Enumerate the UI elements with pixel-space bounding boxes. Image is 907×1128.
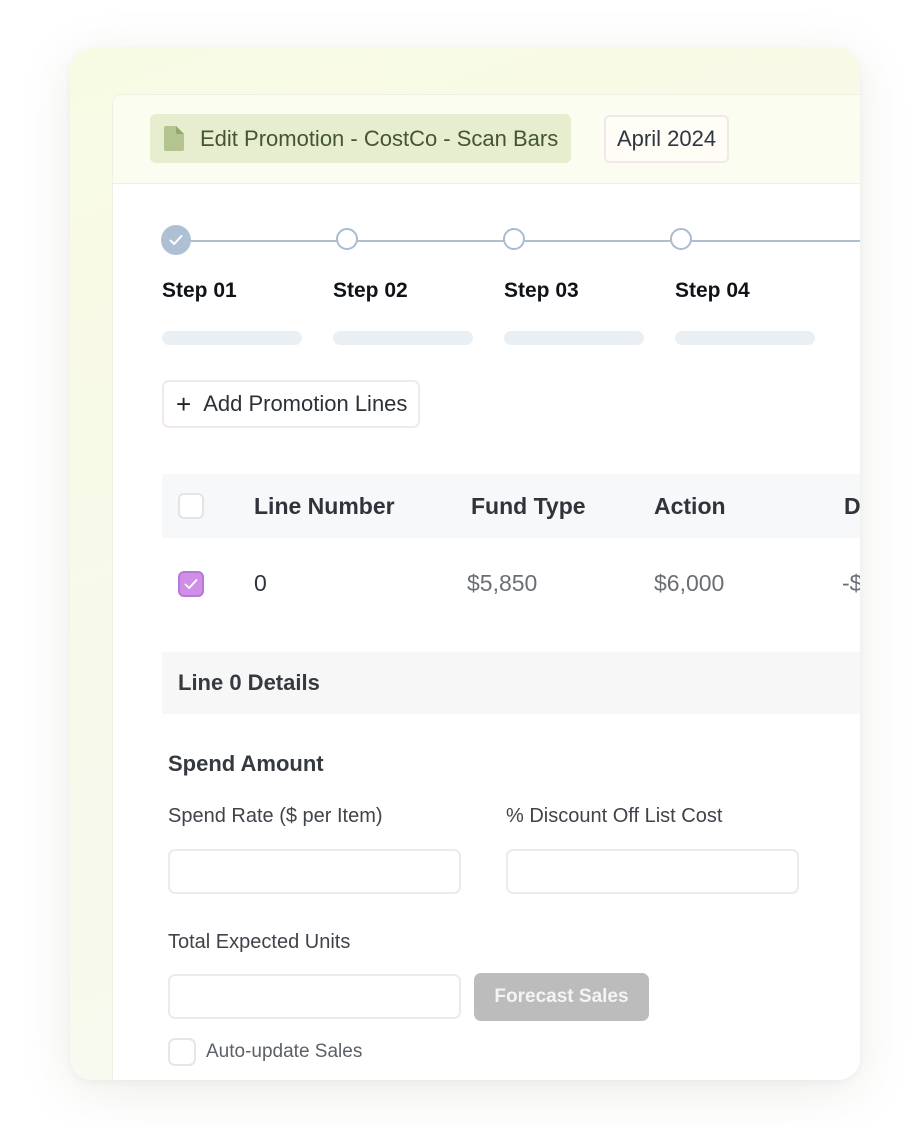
auto-update-sales-checkbox[interactable] — [168, 1038, 196, 1066]
document-icon — [164, 126, 184, 151]
page-title: Edit Promotion - CostCo - Scan Bars — [200, 125, 559, 151]
cell-action: $6,000 — [654, 570, 725, 596]
column-header-action[interactable]: Action — [654, 493, 726, 520]
step-03-progress-placeholder — [504, 331, 644, 345]
lines-table-header: Line Number Fund Type Action D — [162, 474, 860, 538]
spend-rate-input[interactable] — [168, 849, 461, 894]
spend-amount-heading: Spend Amount — [168, 751, 324, 776]
total-expected-units-input[interactable] — [168, 974, 461, 1019]
total-expected-units-label: Total Expected Units — [168, 931, 351, 953]
discount-input[interactable] — [506, 849, 799, 894]
cell-fund-type: $5,850 — [467, 570, 538, 596]
line-details-title: Line 0 Details — [178, 670, 320, 695]
cell-truncated: -$ — [842, 570, 860, 596]
line-details-header[interactable]: Line 0 Details — [162, 652, 860, 714]
column-header-line-number[interactable]: Line Number — [254, 493, 395, 520]
check-icon — [169, 235, 183, 245]
step-04-indicator[interactable] — [670, 228, 692, 250]
step-01-progress-placeholder — [162, 331, 302, 345]
step-03-label: Step 03 — [504, 279, 579, 302]
step-02-progress-placeholder — [333, 331, 473, 345]
forecast-sales-button[interactable]: Forecast Sales — [474, 973, 649, 1021]
step-01-label: Step 01 — [162, 279, 237, 302]
auto-update-sales-label[interactable]: Auto-update Sales — [206, 1041, 362, 1063]
column-header-truncated[interactable]: D — [844, 493, 860, 520]
period-badge[interactable]: April 2024 — [604, 115, 730, 163]
row-checkbox[interactable] — [178, 571, 204, 597]
cell-line-number: 0 — [254, 570, 267, 596]
select-all-checkbox[interactable] — [178, 493, 204, 519]
discount-label: % Discount Off List Cost — [506, 805, 723, 827]
step-04-progress-placeholder — [675, 331, 815, 345]
edit-promotion-panel: Edit Promotion - CostCo - Scan Bars Apri… — [113, 95, 860, 1080]
table-row[interactable]: 0 $5,850 $6,000 -$ — [162, 538, 860, 630]
plus-icon: + — [176, 389, 192, 419]
column-header-fund-type[interactable]: Fund Type — [471, 493, 586, 520]
step-02-label: Step 02 — [333, 279, 408, 302]
check-icon — [184, 579, 198, 589]
panel-header: Edit Promotion - CostCo - Scan Bars Apri… — [113, 95, 860, 184]
step-03-indicator[interactable] — [503, 228, 525, 250]
spend-rate-label: Spend Rate ($ per Item) — [168, 805, 383, 827]
add-promotion-lines-button[interactable]: + Add Promotion Lines — [162, 380, 421, 428]
add-promotion-lines-label: Add Promotion Lines — [203, 391, 408, 416]
promotion-title-chip: Edit Promotion - CostCo - Scan Bars — [150, 114, 572, 163]
app-window: Edit Promotion - CostCo - Scan Bars Apri… — [70, 48, 860, 1080]
step-04-label: Step 04 — [675, 279, 750, 302]
step-01-indicator[interactable] — [161, 225, 191, 255]
step-02-indicator[interactable] — [336, 228, 358, 250]
